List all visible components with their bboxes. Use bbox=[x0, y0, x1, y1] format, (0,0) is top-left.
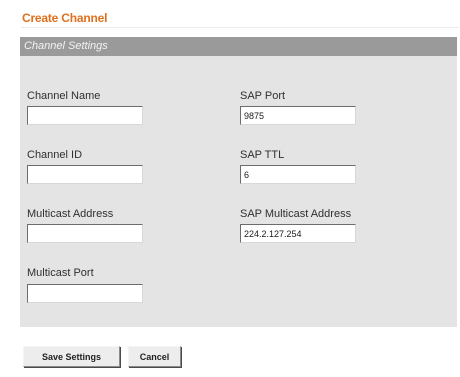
channel-settings-panel: Channel Settings Channel Name Channel ID… bbox=[20, 37, 457, 327]
sap-multicast-address-label: SAP Multicast Address bbox=[240, 208, 352, 220]
sap-port-label: SAP Port bbox=[240, 90, 286, 102]
multicast-address-input[interactable] bbox=[27, 224, 143, 243]
channel-name-input[interactable] bbox=[27, 106, 143, 125]
cancel-button[interactable]: Cancel bbox=[128, 346, 181, 367]
save-settings-button[interactable]: Save Settings bbox=[23, 346, 120, 367]
multicast-address-label: Multicast Address bbox=[27, 208, 114, 220]
channel-id-input[interactable] bbox=[27, 165, 143, 184]
channel-name-label: Channel Name bbox=[27, 90, 101, 102]
page-title: Create Channel bbox=[22, 11, 108, 25]
sap-port-input[interactable] bbox=[240, 106, 356, 125]
channel-id-label: Channel ID bbox=[27, 149, 83, 161]
multicast-port-label: Multicast Port bbox=[27, 267, 94, 279]
sap-ttl-input[interactable] bbox=[240, 165, 356, 184]
sap-ttl-label: SAP TTL bbox=[240, 149, 285, 161]
panel-header: Channel Settings bbox=[20, 37, 457, 56]
sap-multicast-address-input[interactable] bbox=[240, 224, 356, 243]
multicast-port-input[interactable] bbox=[27, 284, 143, 303]
title-divider bbox=[21, 27, 459, 28]
